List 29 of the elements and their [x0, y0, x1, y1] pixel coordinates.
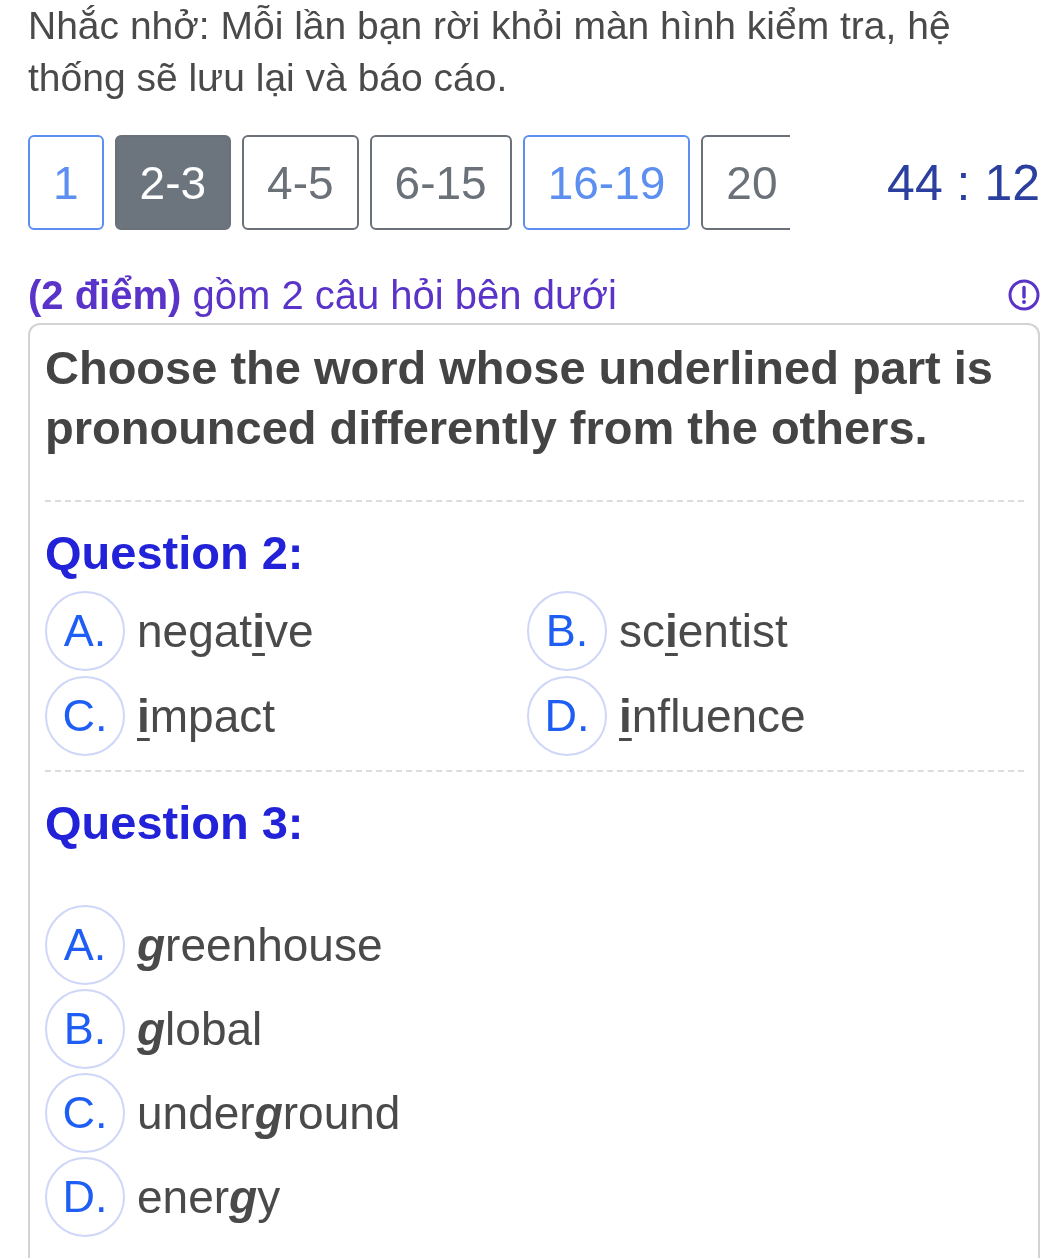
answer-choice-button[interactable]: A.: [45, 591, 125, 671]
question-heading: Question 2:: [45, 525, 305, 581]
instruction-text: Choose the word whose underlined part is pronounced differently from the others.: [45, 340, 994, 456]
info-icon[interactable]: [1008, 279, 1040, 311]
question-tab[interactable]: 2-3: [114, 135, 232, 230]
answer-choice-button[interactable]: D.: [45, 1157, 125, 1237]
option-text: scientist: [619, 604, 788, 658]
option-text: energy: [137, 1170, 281, 1224]
option-text: greenhouse: [137, 918, 383, 972]
answer-choice-button[interactable]: B.: [45, 989, 125, 1069]
answer-choice-button[interactable]: C.: [45, 1073, 125, 1153]
answer-choice-button[interactable]: B.: [527, 591, 607, 671]
option-text: global: [137, 1002, 263, 1056]
notice-text: Nhắc nhở: Mỗi lần bạn rời khỏi màn hình kiểm tra, hệ thống sẽ lưu lại và báo cáo.: [28, 3, 952, 101]
answer-choice-button[interactable]: A.: [45, 905, 125, 985]
option-text: negative: [137, 604, 314, 658]
question-tab[interactable]: 20: [701, 135, 790, 230]
question-tab[interactable]: 16-19: [522, 135, 691, 230]
option-text: impact: [137, 689, 276, 743]
section-title: (2 điểm) gồm 2 câu hỏi bên dưới: [28, 272, 617, 319]
question-tab[interactable]: 6-15: [369, 135, 512, 230]
option-text: influence: [619, 689, 806, 743]
countdown-timer: 44 : 12: [887, 153, 1040, 212]
option-text: underground: [137, 1086, 401, 1140]
answer-choice-button[interactable]: C.: [45, 676, 125, 756]
question-tab[interactable]: 4-5: [242, 135, 359, 230]
answer-choice-button[interactable]: D.: [527, 676, 607, 756]
question-tab[interactable]: 1: [28, 135, 104, 230]
question-heading: Question 3:: [45, 795, 305, 851]
